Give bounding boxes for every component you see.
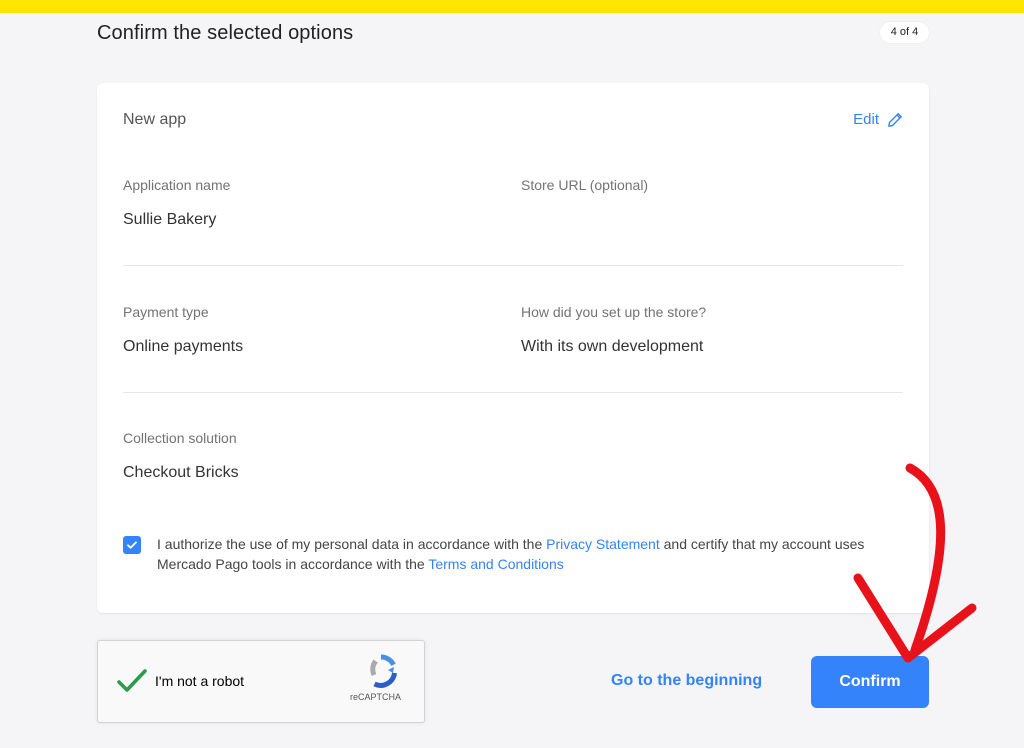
card-title: New app (123, 111, 187, 128)
consent-row: I authorize the use of my personal data … (123, 535, 883, 574)
field-value: Online payments (123, 338, 244, 355)
go-to-beginning-link[interactable]: Go to the beginning (611, 672, 762, 690)
recaptcha-label: I'm not a robot (155, 673, 245, 689)
edit-link[interactable]: Edit (853, 111, 903, 128)
field-store-url: Store URL (optional) (521, 177, 648, 211)
field-value: Sullie Bakery (123, 211, 217, 228)
recaptcha-logo-icon (370, 654, 397, 688)
field-label: Collection solution (123, 430, 237, 446)
divider (123, 392, 903, 393)
page-title: Confirm the selected options (97, 22, 354, 44)
consent-text-part: I authorize the use of my personal data … (157, 536, 547, 552)
field-label: Payment type (123, 304, 209, 320)
consent-text: I authorize the use of my personal data … (157, 535, 883, 574)
step-badge: 4 of 4 (880, 22, 929, 43)
checkmark-icon (127, 541, 137, 549)
field-payment-type: Payment type Online payments (123, 304, 243, 356)
recaptcha-brand: reCAPTCHA (350, 692, 402, 702)
field-label: How did you set up the store? (521, 304, 707, 320)
summary-card: New app Edit Application name Sullie Bak… (97, 83, 929, 613)
terms-and-conditions-link[interactable]: Terms and Conditions (428, 556, 563, 572)
field-label: Store URL (optional) (521, 177, 649, 193)
recaptcha-widget: I'm not a robot reCAPTCHA (97, 640, 425, 723)
checkmark-icon[interactable] (116, 667, 148, 695)
field-value: With its own development (521, 338, 704, 355)
privacy-statement-link[interactable]: Privacy Statement (546, 536, 660, 552)
field-collection-solution: Collection solution Checkout Bricks (123, 430, 239, 482)
top-brand-bar (0, 0, 1024, 13)
field-label: Application name (123, 177, 231, 193)
field-value: Checkout Bricks (123, 464, 239, 481)
field-store-setup: How did you set up the store? With its o… (521, 304, 706, 356)
confirm-button[interactable]: Confirm (811, 656, 929, 708)
edit-label: Edit (853, 111, 879, 128)
divider (123, 265, 903, 266)
field-application-name: Application name Sullie Bakery (123, 177, 230, 229)
pencil-icon (888, 112, 902, 127)
consent-checkbox[interactable] (123, 536, 141, 554)
